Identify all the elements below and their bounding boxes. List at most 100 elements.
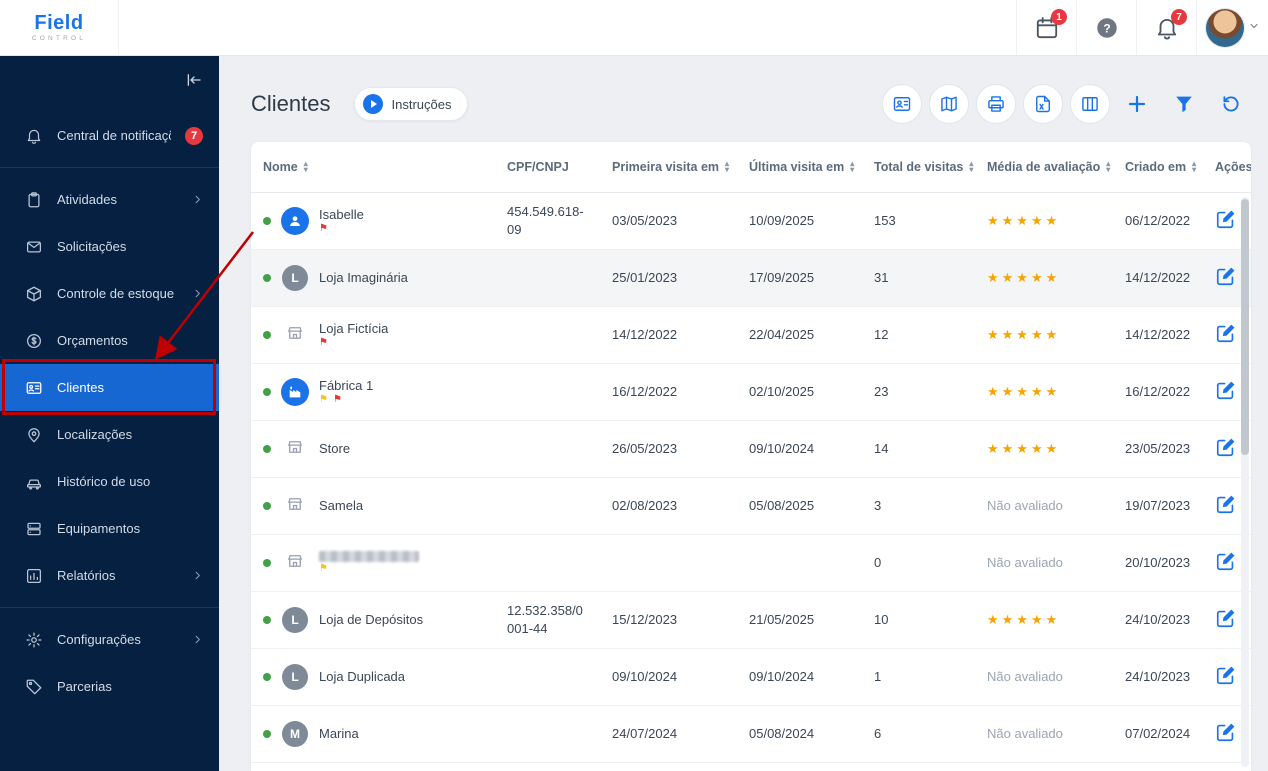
sort-icon[interactable]: ▴ ▾: [304, 159, 308, 173]
sidebar-item-label: Orçamentos: [57, 333, 128, 348]
col-header-nome[interactable]: Nome ▴ ▾: [251, 142, 495, 193]
sort-icon[interactable]: ▴ ▾: [1192, 159, 1196, 173]
sidebar-item-parcerias[interactable]: Parcerias: [0, 663, 219, 710]
topbar: Field CONTROL 1 ? 7: [0, 0, 1268, 56]
col-label: Última visita em: [749, 159, 845, 174]
first-visit: 09/10/2024: [600, 648, 737, 706]
col-header-criado-em[interactable]: Criado em ▴ ▾: [1113, 142, 1203, 193]
sort-icon[interactable]: ▴ ▾: [850, 159, 854, 173]
created-at: 20/10/2023: [1113, 534, 1203, 592]
sidebar-item-configuracoes[interactable]: Configurações: [0, 616, 219, 663]
chevron-down-icon[interactable]: [1248, 19, 1260, 37]
status-dot: [263, 444, 271, 453]
col-header-ultima-visita[interactable]: Última visita em ▴ ▾: [737, 142, 862, 193]
map-button[interactable]: [929, 84, 969, 124]
vertical-scrollbar[interactable]: [1241, 197, 1249, 767]
table-row[interactable]: L Loja de Depósitos 12.532.358/0001-44 15…: [251, 591, 1251, 649]
clipboard-icon: [25, 191, 43, 209]
first-visit: 03/05/2023: [600, 192, 737, 250]
print-button[interactable]: [976, 84, 1016, 124]
status-dot: [263, 387, 271, 396]
rating-stars: ★★★★★: [987, 611, 1061, 627]
table-row[interactable]: M Marina 24/07/2024 05/08/2024 6 Não aval…: [251, 705, 1251, 763]
table-row[interactable]: L Loja Imaginária 25/01/2023 17/09/2025 3…: [251, 249, 1251, 307]
client-cpf: [495, 477, 600, 535]
col-header-acoes: Ações: [1203, 142, 1251, 193]
instructions-button[interactable]: Instruções: [354, 87, 469, 121]
logo-cell: Field CONTROL: [0, 0, 119, 55]
created-at: 24/10/2023: [1113, 591, 1203, 649]
last-visit: 21/05/2025: [737, 591, 862, 649]
edit-note-button[interactable]: [1215, 208, 1237, 230]
last-visit: 02/10/2025: [737, 363, 862, 421]
col-label: Total de visitas: [874, 159, 964, 174]
sidebar-item-central-de-notificacoes[interactable]: Central de notificações 7: [0, 112, 219, 159]
sidebar-item-solicitacoes[interactable]: Solicitações: [0, 223, 219, 270]
sort-icon[interactable]: ▴ ▾: [1106, 159, 1110, 173]
contacts-card-button[interactable]: [882, 84, 922, 124]
edit-note-button[interactable]: [1215, 379, 1237, 401]
sidebar-collapse-button[interactable]: [185, 71, 203, 89]
sidebar-item-relatorios[interactable]: Relatórios: [0, 552, 219, 599]
table-row[interactable]: Loja Fictícia 14/12/2022 22/04/2025 12 ★…: [251, 306, 1251, 364]
sidebar-item-equipamentos[interactable]: Equipamentos: [0, 505, 219, 552]
sidebar-item-label: Histórico de uso: [57, 474, 151, 489]
last-visit: 10/09/2025: [737, 192, 862, 250]
columns-icon: [1080, 94, 1100, 114]
edit-note-button[interactable]: [1215, 550, 1237, 572]
sort-icon[interactable]: ▴ ▾: [725, 159, 729, 173]
clients-table-card: Nome ▴ ▾ CPF/CNPJ Primeira visita em ▴ ▾ Últ…: [251, 142, 1251, 771]
table-row[interactable]: Fábrica 1 16/12/2022 02/10/2025 23 ★★★★★…: [251, 363, 1251, 421]
edit-note-button[interactable]: [1215, 721, 1237, 743]
col-header-media-avaliacao[interactable]: Média de avaliação ▴ ▾: [975, 142, 1113, 193]
rating-not-rated: Não avaliado: [987, 726, 1063, 741]
col-label: CPF/CNPJ: [507, 159, 569, 174]
client-cpf: 454.549.618-09: [495, 192, 600, 250]
rating-not-rated: Não avaliado: [987, 669, 1063, 684]
sidebar-divider: [0, 167, 219, 168]
refresh-button[interactable]: [1211, 84, 1251, 124]
edit-note-button[interactable]: [1215, 265, 1237, 287]
table-row[interactable]: Samela 02/08/2023 05/08/2025 3 Não avali…: [251, 477, 1251, 535]
scrollbar-thumb[interactable]: [1241, 199, 1249, 455]
table-row[interactable]: Isabelle 454.549.618-09 03/05/2023 10/09…: [251, 192, 1251, 250]
edit-columns-button[interactable]: [1070, 84, 1110, 124]
edit-note-button[interactable]: [1215, 493, 1237, 515]
status-dot: [263, 273, 271, 282]
last-visit: 09/10/2024: [737, 648, 862, 706]
col-header-primeira-visita[interactable]: Primeira visita em ▴ ▾: [600, 142, 737, 193]
client-avatar: [281, 377, 309, 406]
created-at: 06/12/2022: [1113, 192, 1203, 250]
sidebar-item-controle-de-estoque[interactable]: Controle de estoque: [0, 270, 219, 317]
add-client-button[interactable]: [1117, 84, 1157, 124]
table-row[interactable]: 0 Não avaliado 20/10/2023: [251, 534, 1251, 592]
table-row[interactable]: L Loja Duplicada 09/10/2024 09/10/2024 1 …: [251, 648, 1251, 706]
first-visit: 02/08/2023: [600, 477, 737, 535]
edit-note-button[interactable]: [1215, 664, 1237, 686]
notifications-button[interactable]: 7: [1136, 0, 1196, 55]
server-icon: [25, 520, 43, 538]
col-header-total-visitas[interactable]: Total de visitas ▴ ▾: [862, 142, 975, 193]
help-button[interactable]: ?: [1076, 0, 1136, 55]
user-menu[interactable]: [1196, 0, 1268, 55]
edit-note-button[interactable]: [1215, 322, 1237, 344]
export-spreadsheet-button[interactable]: [1023, 84, 1063, 124]
calendar-button[interactable]: 1: [1016, 0, 1076, 55]
col-label: Nome: [263, 159, 298, 174]
sidebar-item-clientes[interactable]: Clientes: [0, 364, 219, 411]
table-row[interactable]: Store 26/05/2023 09/10/2024 14 ★★★★★ 23/…: [251, 420, 1251, 478]
total-visits: 14: [862, 420, 975, 478]
filter-button[interactable]: [1164, 84, 1204, 124]
sidebar-item-orcamentos[interactable]: Orçamentos: [0, 317, 219, 364]
edit-note-button[interactable]: [1215, 436, 1237, 458]
client-name: Loja Fictícia: [319, 321, 389, 336]
user-avatar[interactable]: [1205, 8, 1244, 47]
sidebar-item-atividades[interactable]: Atividades: [0, 176, 219, 223]
client-avatar: L: [282, 606, 308, 633]
last-visit: 05/08/2025: [737, 477, 862, 535]
sidebar-item-historico-de-uso[interactable]: Histórico de uso: [0, 458, 219, 505]
edit-note-button[interactable]: [1215, 607, 1237, 629]
bell-icon: [25, 127, 43, 145]
sidebar-item-localizacoes[interactable]: Localizações: [0, 411, 219, 458]
sort-icon[interactable]: ▴ ▾: [969, 159, 973, 173]
